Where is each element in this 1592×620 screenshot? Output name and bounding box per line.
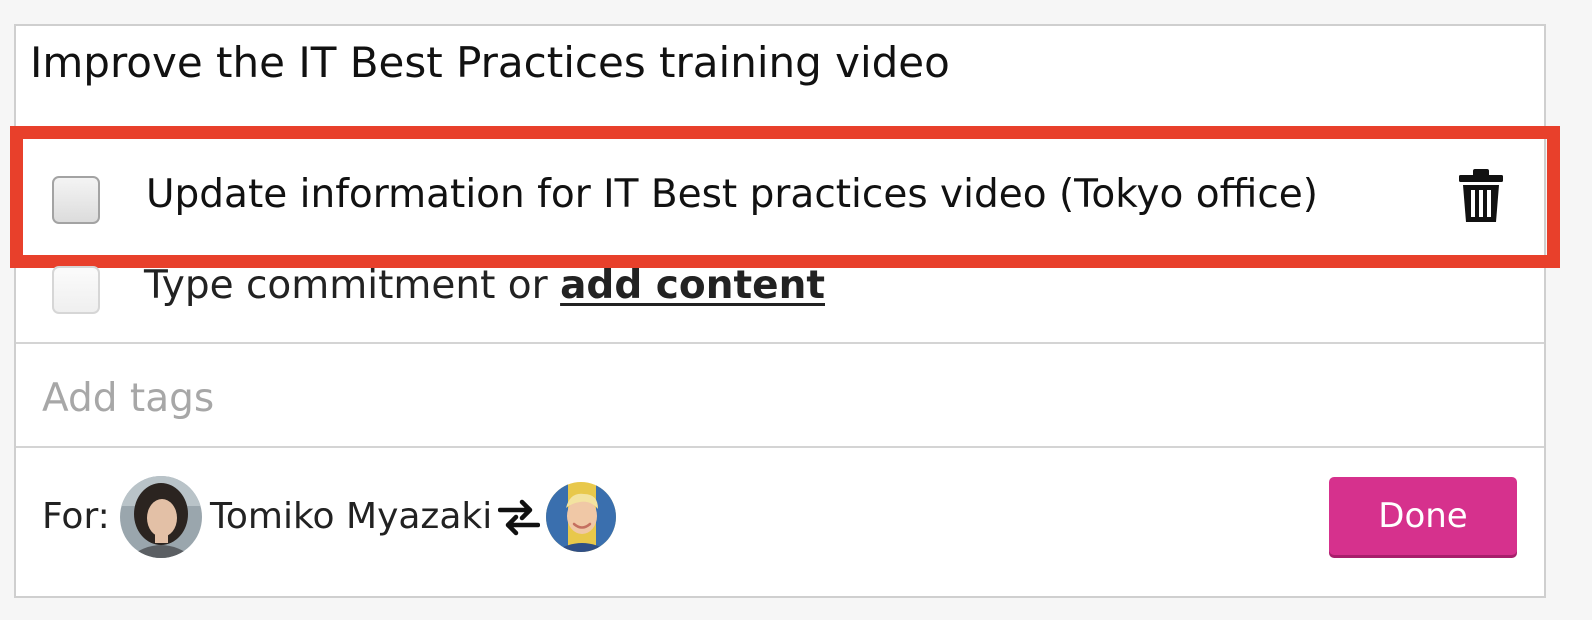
commitment-checkbox[interactable]: [52, 176, 100, 224]
owner-avatar[interactable]: [120, 476, 202, 558]
done-button[interactable]: Done: [1329, 477, 1517, 555]
add-content-link[interactable]: add content: [560, 263, 825, 308]
divider: [16, 446, 1544, 448]
trash-icon[interactable]: [1456, 168, 1506, 224]
card-title[interactable]: Improve the IT Best Practices training v…: [30, 36, 950, 90]
swap-arrows-icon[interactable]: [497, 498, 541, 536]
assignee-avatar[interactable]: [546, 482, 616, 552]
commitment-text[interactable]: Update information for IT Best practices…: [146, 168, 1318, 222]
new-commitment-input[interactable]: Type commitment or add content: [144, 259, 825, 313]
divider: [16, 342, 1544, 344]
new-commitment-checkbox[interactable]: [52, 266, 100, 314]
add-tags-input[interactable]: Add tags: [42, 372, 214, 426]
for-label: For:: [42, 496, 110, 537]
owner-name[interactable]: Tomiko Myazaki: [210, 490, 492, 544]
new-commitment-placeholder: Type commitment or: [144, 263, 561, 308]
